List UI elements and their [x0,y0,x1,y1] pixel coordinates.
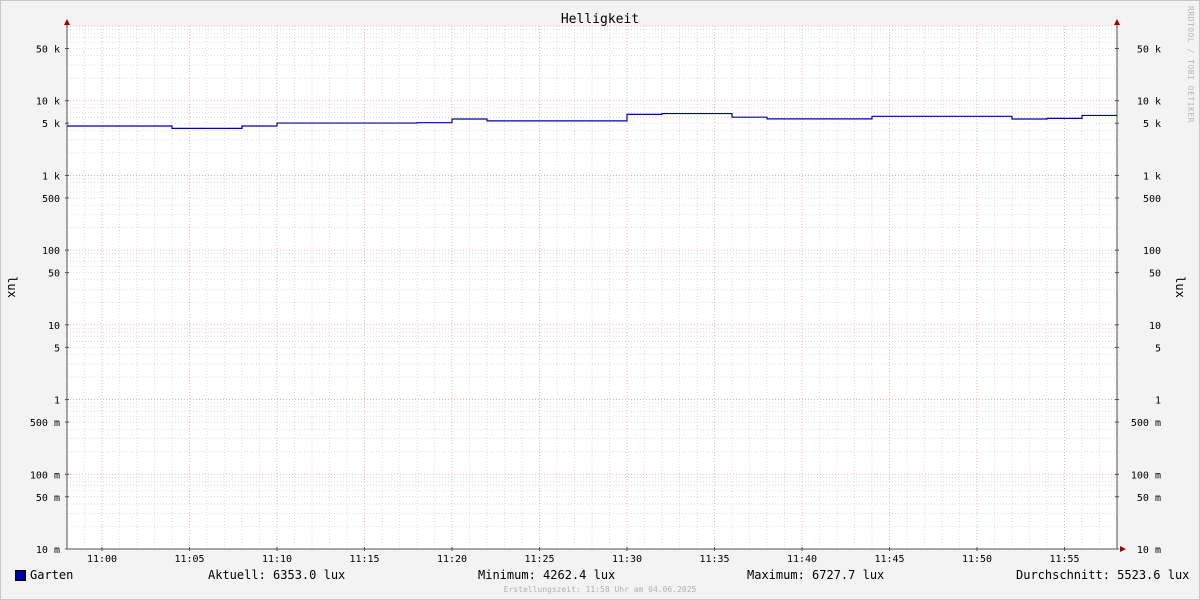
y-tick-label-left: 50 [48,269,60,280]
y-tick-label-left: 500 [42,194,60,205]
x-tick-label: 11:10 [262,554,292,565]
x-tick-label: 11:00 [87,554,117,565]
y-tick-label-right: 500 m [1131,418,1161,429]
x-tick-label: 11:15 [349,554,379,565]
y-tick-label-left: 500 m [30,418,60,429]
brightness-chart: 50 k 50 k 10 k 10 k 5 k 5 k 1 k 1 k 500 500 100 100… [5,12,1187,565]
y-axis-arrow-right [1114,19,1120,25]
y-axis-arrow-left [64,19,70,25]
y-tick-label-right: 5 k [1143,119,1161,130]
y-tick-label-left: 1 [54,396,60,407]
x-axis-arrow [1120,546,1126,552]
y-tick-label-left: 50 m [36,493,60,504]
y-tick-label-right: 1 [1155,396,1161,407]
y-tick-label-right: 10 k [1137,97,1161,108]
y-tick-label-left: 1 k [42,171,60,182]
y-tick-label-right: 100 [1143,246,1161,257]
x-tick-label: 11:40 [787,554,817,565]
y-tick-label-left: 5 k [42,119,60,130]
watermark: RRDTOOL / TOBI OETIKER [1186,6,1195,123]
y-tick-label-left: 10 [48,321,60,332]
y-tick-label-right: 50 k [1137,44,1161,55]
legend-minimum: Minimum: 4262.4 lux [478,568,616,582]
grid [66,25,1118,550]
x-tick-label: 11:30 [612,554,642,565]
y-tick-label-right: 1 k [1143,171,1161,182]
y-tick-label-right: 10 [1149,321,1161,332]
y-axis-label-right: lux [1173,276,1187,298]
y-tick-label-left: 100 m [30,470,60,481]
x-tick-label: 11:20 [437,554,467,565]
x-tick-label: 11:05 [174,554,204,565]
y-tick-label-left: 10 k [36,97,60,108]
x-tick-label: 11:35 [699,554,729,565]
x-tick-label: 11:55 [1049,554,1079,565]
x-tick-label: 11:25 [524,554,554,565]
y-axis-label-left: lux [5,276,19,298]
legend-maximum: Maximum: 6727.7 lux [747,568,885,582]
y-tick-label-right: 50 m [1137,493,1161,504]
legend-current: Aktuell: 6353.0 lux [208,568,346,582]
chart-title: Helligkeit [561,12,639,27]
legend-series-name: Garten [30,568,74,582]
y-tick-label-right: 50 [1149,269,1161,280]
legend-average: Durchschnitt: 5523.6 lux [1016,568,1190,582]
y-tick-label-right: 5 [1155,343,1161,354]
y-tick-label-right: 100 m [1131,470,1161,481]
legend-swatch-garten [15,570,26,581]
y-tick-label-left: 5 [54,343,60,354]
y-tick-label-left: 10 m [36,545,60,556]
x-tick-label: 11:45 [874,554,904,565]
y-tick-label-right: 500 [1143,194,1161,205]
y-tick-label-right: 10 m [1137,545,1161,556]
footer-timestamp: Erstellungszeit: 11:58 Uhr am 04.06.2025 [503,585,697,594]
x-tick-label: 11:50 [962,554,992,565]
y-tick-label-left: 100 [42,246,60,257]
y-tick-label-left: 50 k [36,44,60,55]
